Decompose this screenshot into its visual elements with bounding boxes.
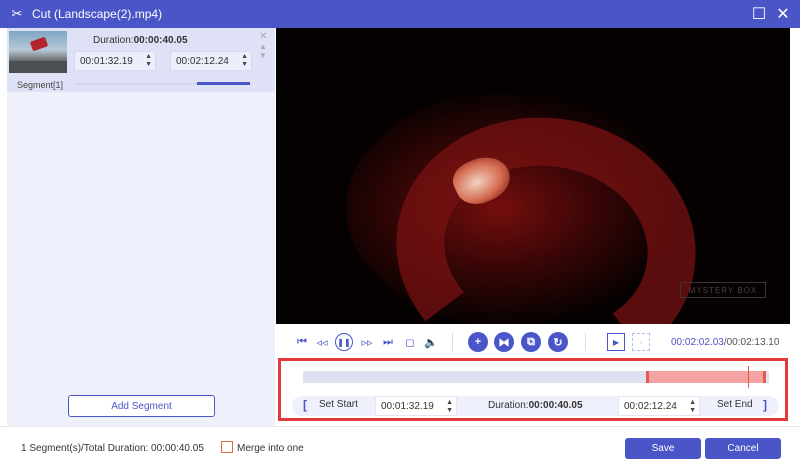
title-bar: ✂ Cut (Landscape(2).mp4) ☐ ✕ (0, 0, 800, 28)
start-time-field[interactable]: 00:01:32.19 ▲ ▼ (375, 396, 457, 416)
video-watermark: MYSTERY BOX (680, 282, 766, 298)
set-end-button[interactable]: Set End (717, 399, 753, 410)
fullscreen-icon[interactable]: ▫ (632, 333, 650, 351)
end-time-field[interactable]: 00:02:12.24 ▲ ▼ (618, 396, 700, 416)
set-start-button[interactable]: Set Start (319, 399, 358, 410)
scissors-icon: ✂ (11, 6, 23, 21)
segment-panel: Duration:00:00:40.05 ✕ ▲ ▼ 00:01:32.19 ▲… (7, 28, 275, 426)
save-button[interactable]: Save (625, 438, 701, 459)
set-start-bracket-icon[interactable]: [ (303, 398, 307, 412)
segment-thumbnail (9, 31, 67, 73)
timeline-track[interactable] (303, 366, 769, 388)
segment-duration: Duration:00:00:40.05 (93, 35, 188, 46)
maximize-button[interactable]: ☐ (747, 0, 771, 28)
add-segment-button[interactable]: Add Segment (68, 395, 215, 417)
close-button[interactable]: ✕ (771, 0, 795, 28)
skip-to-end-icon[interactable]: ⏭ (380, 334, 396, 350)
preview-icon[interactable]: ▶ (607, 333, 625, 351)
segment-progress-track (75, 82, 250, 85)
timeline-duration: Duration:00:00:40.05 (488, 400, 583, 411)
end-time-stepper[interactable]: ▲ ▼ (689, 399, 696, 415)
footer: 1 Segment(s)/Total Duration: 00:00:40.05… (0, 426, 800, 474)
set-end-bracket-icon[interactable]: ] (763, 398, 767, 412)
time-readout: 00:02:02.03/00:02:13.10 (671, 337, 780, 348)
segment-end-field[interactable]: 00:02:12.24 ▲ ▼ (170, 51, 252, 71)
segment-label: Segment[1] (17, 80, 64, 90)
window-title: Cut (Landscape(2).mp4) (32, 7, 163, 21)
playhead[interactable] (748, 366, 749, 388)
end-stepper[interactable]: ▲ ▼ (241, 53, 248, 69)
merge-checkbox[interactable] (221, 441, 233, 453)
split-icon[interactable]: ⧓ (494, 332, 514, 352)
cancel-button[interactable]: Cancel (705, 438, 781, 459)
total-duration: 1 Segment(s)/Total Duration: 00:00:40.05 (21, 443, 204, 454)
step-back-icon[interactable]: ◃◃ (314, 334, 330, 350)
reset-icon[interactable]: ↻ (548, 332, 568, 352)
trim-controls: [ Set Start 00:01:32.19 ▲ ▼ Duration:00:0… (292, 396, 779, 416)
timeline-editor: [ Set Start 00:01:32.19 ▲ ▼ Duration:00:0… (278, 358, 788, 421)
copy-icon[interactable]: ⧉ (521, 332, 541, 352)
move-down-icon[interactable]: ▼ (259, 51, 267, 60)
start-stepper[interactable]: ▲ ▼ (145, 53, 152, 69)
segment-item[interactable]: Duration:00:00:40.05 ✕ ▲ ▼ 00:01:32.19 ▲… (7, 28, 275, 92)
delete-segment-icon[interactable]: ✕ (259, 31, 267, 42)
playback-controls: ⏮ ◃◃ ❚❚ ▹▹ ⏭ ◻ 🔈 + ⧓ ⧉ ↻ ▶ ▫ 00:02:02.03… (276, 324, 790, 360)
start-time-stepper[interactable]: ▲ ▼ (446, 399, 453, 415)
segment-progress-fill (197, 82, 250, 85)
volume-icon[interactable]: 🔈 (423, 334, 439, 350)
merge-label[interactable]: Merge into one (237, 443, 304, 454)
video-preview[interactable]: MYSTERY BOX (276, 28, 790, 324)
pause-icon[interactable]: ❚❚ (335, 333, 353, 351)
skip-to-start-icon[interactable]: ⏮ (294, 334, 310, 350)
move-up-icon[interactable]: ▲ (259, 42, 267, 51)
add-icon[interactable]: + (468, 332, 488, 352)
step-forward-icon[interactable]: ▹▹ (359, 334, 375, 350)
segment-start-field[interactable]: 00:01:32.19 ▲ ▼ (74, 51, 156, 71)
stop-icon[interactable]: ◻ (402, 334, 418, 350)
